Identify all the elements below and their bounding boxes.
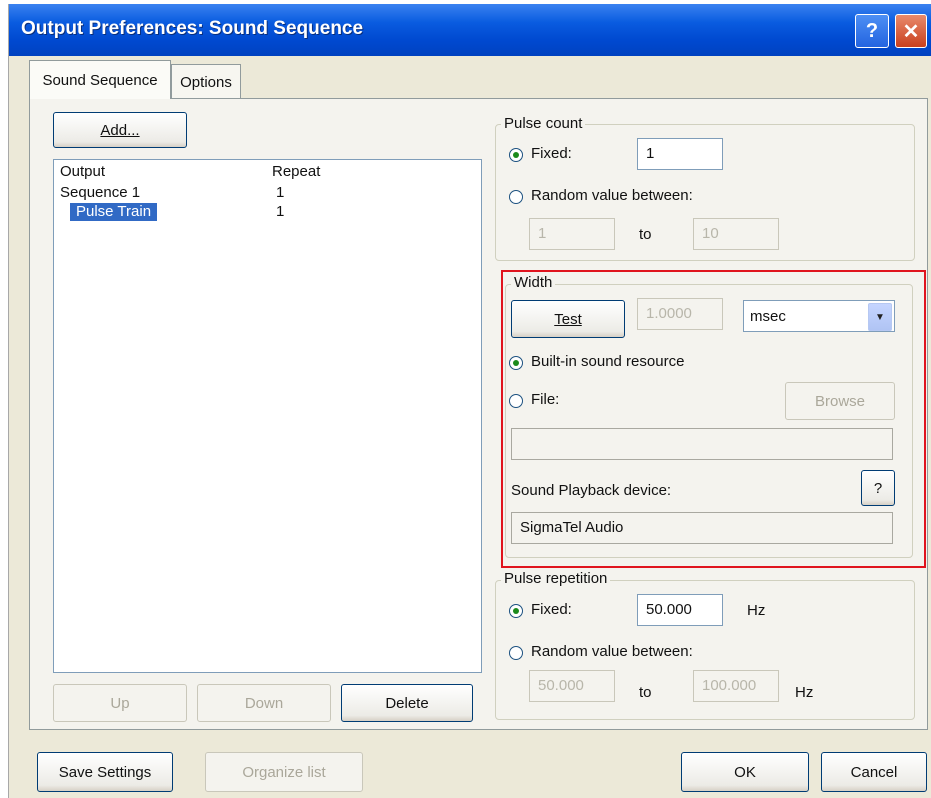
tab-sound-sequence[interactable]: Sound Sequence [29, 60, 171, 99]
pulse-count-fixed-input[interactable]: 1 [637, 138, 723, 170]
pulse-repetition-fixed-label: Fixed: [531, 601, 572, 618]
highlight-box [501, 270, 926, 568]
help-icon[interactable]: ? [855, 14, 889, 48]
add-button-label: Add... [100, 121, 140, 139]
dialog-window: Output Preferences: Sound Sequence ? ✕ S… [8, 4, 931, 798]
pulse-count-fixed-label: Fixed: [531, 145, 572, 162]
pulse-count-fixed-radio[interactable] [509, 148, 523, 162]
pulse-repetition-random-radio[interactable] [509, 646, 523, 660]
save-settings-button[interactable]: Save Settings [37, 752, 173, 792]
pulse-count-legend: Pulse count [501, 115, 586, 132]
pulse-repetition-random-label: Random value between: [531, 643, 693, 660]
pulse-repetition-fixed-input[interactable]: 50.000 [637, 594, 723, 626]
pulse-repetition-hz-label: Hz [747, 602, 766, 619]
organize-list-button[interactable]: Organize list [205, 752, 363, 792]
title-bar: Output Preferences: Sound Sequence ? ✕ [9, 4, 931, 56]
up-button[interactable]: Up [53, 684, 187, 722]
pulse-repetition-to-label: to [639, 684, 652, 701]
ok-button[interactable]: OK [681, 752, 809, 792]
pulse-repetition-to-input[interactable]: 100.000 [693, 670, 779, 702]
column-header-output[interactable]: Output [60, 163, 105, 183]
pulse-repetition-fixed-radio[interactable] [509, 604, 523, 618]
pulse-count-from-input[interactable]: 1 [529, 218, 615, 250]
list-item-output-selected[interactable]: Pulse Train [70, 203, 158, 221]
output-list[interactable]: Output Repeat Sequence 1 1 Pulse Train 1 [53, 159, 482, 673]
pulse-count-random-radio[interactable] [509, 190, 523, 204]
pulse-count-to-label: to [639, 226, 652, 243]
add-button[interactable]: Add... [53, 112, 187, 148]
delete-button[interactable]: Delete [341, 684, 473, 722]
tab-options[interactable]: Options [171, 64, 241, 99]
pulse-count-to-input[interactable]: 10 [693, 218, 779, 250]
pulse-repetition-hz-label-2: Hz [795, 684, 814, 701]
window-title: Output Preferences: Sound Sequence [21, 18, 364, 39]
cancel-button[interactable]: Cancel [821, 752, 927, 792]
list-item-output[interactable]: Sequence 1 [60, 184, 140, 202]
list-item-repeat: 1 [276, 203, 285, 220]
down-button[interactable]: Down [197, 684, 331, 722]
pulse-repetition-from-input[interactable]: 50.000 [529, 670, 615, 702]
pulse-repetition-legend: Pulse repetition [501, 570, 611, 587]
close-icon[interactable]: ✕ [895, 14, 927, 48]
column-header-repeat[interactable]: Repeat [272, 163, 320, 183]
pulse-count-random-label: Random value between: [531, 187, 693, 204]
list-item-repeat: 1 [276, 184, 285, 201]
